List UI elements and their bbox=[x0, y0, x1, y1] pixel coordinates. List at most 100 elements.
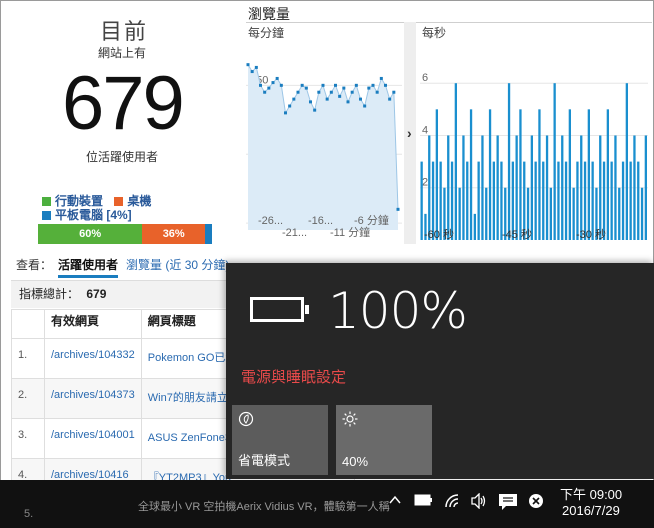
bar bbox=[640, 187, 644, 240]
x-tick-label: -6 分鐘 bbox=[354, 213, 389, 227]
pageviews-title: 瀏覽量 bbox=[248, 6, 290, 22]
bar bbox=[561, 135, 564, 240]
bar bbox=[610, 161, 613, 240]
bar bbox=[454, 83, 457, 240]
action-center-icon[interactable] bbox=[498, 493, 518, 516]
data-point bbox=[279, 83, 283, 87]
bar bbox=[488, 109, 492, 240]
bar bbox=[458, 187, 461, 240]
bar bbox=[530, 135, 533, 240]
row-page-link[interactable]: /archives/104332 bbox=[44, 338, 142, 379]
data-point bbox=[371, 83, 375, 87]
bar bbox=[553, 83, 556, 240]
data-point bbox=[354, 83, 358, 87]
data-point bbox=[388, 97, 392, 101]
bar bbox=[599, 135, 602, 240]
brightness-tile[interactable]: 40% bbox=[336, 405, 432, 475]
bar bbox=[435, 109, 438, 240]
header-page[interactable]: 有效網頁 bbox=[44, 309, 142, 339]
row-page-link[interactable]: /archives/104373 bbox=[44, 378, 142, 419]
clock-date[interactable]: 2016/7/29 bbox=[562, 503, 620, 518]
row-num: 1. bbox=[11, 338, 45, 379]
view-switch: 查看： 活躍使用者 瀏覽量 (近 30 分鐘) bbox=[16, 256, 229, 278]
metric-total-value: 679 bbox=[86, 287, 107, 301]
expand-arrow-icon: › bbox=[407, 125, 412, 141]
data-point bbox=[367, 86, 371, 90]
metric-total-label: 指標總計： bbox=[19, 287, 80, 301]
pageviews-charts: 每分鐘15010050-26...-21...-16...-11 分鐘-6 分鐘… bbox=[246, 22, 648, 244]
battery-tray-icon[interactable] bbox=[414, 493, 434, 512]
bar bbox=[629, 161, 632, 240]
tab-pageviews[interactable]: 瀏覽量 (近 30 分鐘) bbox=[126, 258, 229, 272]
tablet-swatch bbox=[42, 211, 51, 220]
x-tick-label: -11 分鐘 bbox=[330, 225, 370, 239]
data-point bbox=[363, 104, 367, 108]
metric-total: 指標總計： 679 bbox=[11, 280, 231, 308]
active-users-label: 位活躍使用者 bbox=[86, 150, 159, 164]
bar bbox=[580, 135, 583, 240]
battery-saver-tile[interactable]: 省電模式 bbox=[232, 405, 328, 475]
view-prefix: 查看： bbox=[16, 258, 53, 272]
device-split-segment: 60% bbox=[38, 224, 143, 244]
y-tick-label: 4 bbox=[422, 124, 428, 136]
device-split-bar: 60% 36% bbox=[38, 224, 212, 244]
bar bbox=[469, 109, 473, 240]
y-tick-label: 2 bbox=[422, 177, 428, 189]
data-point bbox=[350, 90, 354, 94]
x-tick-label: -26... bbox=[258, 215, 283, 227]
battery-saver-label: 省電模式 bbox=[238, 453, 291, 468]
bar bbox=[447, 135, 450, 240]
volume-icon[interactable] bbox=[470, 492, 488, 514]
bar bbox=[564, 161, 568, 240]
bar bbox=[462, 135, 465, 240]
tab-active-users[interactable]: 活躍使用者 bbox=[58, 258, 119, 278]
data-point bbox=[254, 65, 258, 69]
bar bbox=[542, 161, 545, 240]
bar bbox=[507, 83, 511, 240]
row-page-link[interactable]: /archives/104001 bbox=[44, 418, 142, 459]
show-hidden-icons-chevron-icon[interactable] bbox=[388, 493, 402, 512]
bar bbox=[420, 161, 423, 240]
bar bbox=[614, 135, 617, 240]
data-point bbox=[300, 83, 304, 87]
power-sleep-settings-link[interactable]: 電源與睡眠設定 bbox=[241, 366, 346, 387]
legend-tablet: 平板電腦 [4%] bbox=[55, 208, 132, 222]
x-tick-label: -16... bbox=[308, 215, 333, 227]
clock-time[interactable]: 下午 09:00 bbox=[560, 484, 622, 503]
data-point bbox=[304, 86, 308, 90]
data-point bbox=[342, 86, 346, 90]
bar bbox=[534, 161, 537, 240]
data-point bbox=[284, 111, 287, 115]
data-point bbox=[259, 83, 262, 87]
bar bbox=[496, 135, 499, 240]
x-tick-label: -45 秒 bbox=[502, 227, 532, 241]
brightness-label: 40% bbox=[342, 454, 369, 469]
wifi-icon[interactable] bbox=[444, 493, 462, 514]
data-point bbox=[288, 104, 292, 108]
data-point bbox=[267, 86, 271, 90]
per-minute-label: 每分鐘 bbox=[248, 25, 284, 40]
data-point bbox=[392, 90, 396, 94]
table-row-partial-title: 全球最小 VR 空拍機Aerix Vidius VR，體驗第一人稱 bbox=[138, 501, 390, 513]
header-num bbox=[11, 309, 45, 339]
bar bbox=[519, 109, 522, 240]
close-circle-icon[interactable] bbox=[528, 493, 544, 514]
bar bbox=[568, 109, 571, 240]
x-tick-label: -30 秒 bbox=[576, 227, 606, 241]
bar bbox=[572, 187, 575, 240]
bar bbox=[485, 187, 488, 240]
data-point bbox=[379, 76, 383, 80]
bar bbox=[515, 135, 518, 240]
bar bbox=[557, 161, 560, 240]
y-tick-label: 6 bbox=[422, 72, 428, 84]
bar bbox=[492, 161, 495, 240]
data-point bbox=[309, 100, 312, 104]
data-point bbox=[296, 90, 300, 94]
device-split-segment: 36% bbox=[142, 224, 206, 244]
bar bbox=[545, 135, 549, 240]
bar bbox=[538, 109, 541, 240]
legend-row-2: 平板電腦 [4%] bbox=[42, 206, 132, 223]
data-point bbox=[346, 100, 350, 104]
desktop-swatch bbox=[114, 197, 124, 206]
bar bbox=[477, 161, 480, 240]
